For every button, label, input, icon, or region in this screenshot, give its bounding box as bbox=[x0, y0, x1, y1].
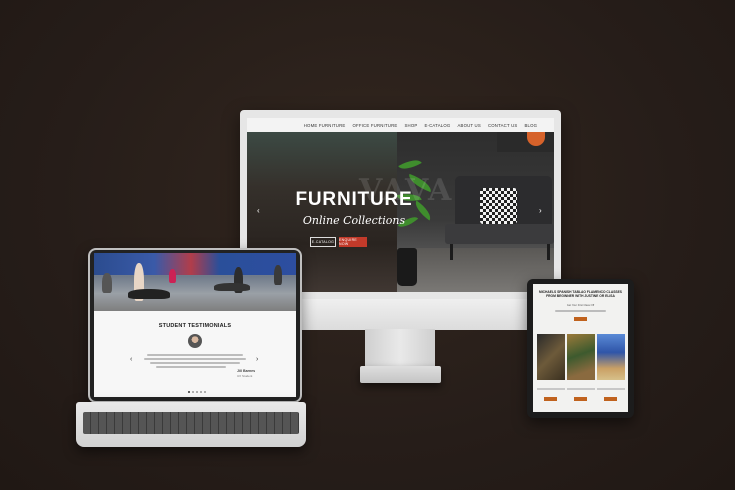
chevron-left-icon[interactable]: ‹ bbox=[257, 206, 260, 215]
wall-art bbox=[497, 132, 554, 152]
tablet-text bbox=[555, 310, 606, 312]
tablet-cta-button[interactable] bbox=[574, 317, 587, 321]
sofa-leg bbox=[450, 244, 453, 260]
checkered-pillow bbox=[480, 188, 517, 224]
hero-subtitle: Online Collections bbox=[302, 214, 406, 227]
student-figure bbox=[274, 265, 282, 285]
flamenco-photo bbox=[567, 334, 595, 380]
tablet-subheading: Get Your First Class Off bbox=[566, 304, 595, 307]
class-wall bbox=[94, 253, 296, 275]
student-figure bbox=[214, 283, 250, 291]
photo-caption bbox=[567, 388, 595, 390]
desktop-stand-base bbox=[360, 366, 441, 383]
laptop-keyboard bbox=[83, 412, 299, 434]
testimonial-text bbox=[147, 354, 243, 356]
nav-about-us[interactable]: ABOUT US bbox=[457, 123, 481, 128]
testimonial-author-role: UX Student bbox=[237, 374, 253, 378]
student-figure bbox=[169, 269, 176, 283]
hero-title: FURNITURE bbox=[295, 189, 413, 210]
e-catalog-button[interactable]: E-CATALOG bbox=[310, 237, 336, 247]
tablet-screen: MICHAELS SPANISH TABLAO FLAMENCO CLASSES… bbox=[533, 284, 628, 412]
site-nav: HOME FURNITURE OFFICE FURNITURE SHOP E-C… bbox=[247, 118, 554, 132]
avatar bbox=[188, 334, 202, 348]
student-figure bbox=[102, 273, 112, 293]
tablet-heading: MICHAELS SPANISH TABLAO FLAMENCO CLASSES… bbox=[538, 290, 623, 298]
tablet-card-button[interactable] bbox=[604, 397, 617, 401]
laptop-screen: STUDENT TESTIMONIALS Jill Barnes UX Stud… bbox=[94, 253, 296, 397]
nav-home-furniture[interactable]: HOME FURNITURE bbox=[304, 123, 346, 128]
testimonial-text bbox=[156, 366, 226, 368]
sofa-leg bbox=[547, 244, 550, 260]
testimonial-text bbox=[150, 362, 240, 364]
nav-contact-us[interactable]: CONTACT US bbox=[488, 123, 518, 128]
tablet-card-button[interactable] bbox=[574, 397, 587, 401]
sofa-seat bbox=[445, 224, 554, 244]
tablet-card-button[interactable] bbox=[544, 397, 557, 401]
photo-caption bbox=[537, 388, 565, 390]
nav-shop[interactable]: SHOP bbox=[404, 123, 417, 128]
flamenco-photo bbox=[537, 334, 565, 380]
nav-office-furniture[interactable]: OFFICE FURNITURE bbox=[352, 123, 397, 128]
class-photo bbox=[94, 253, 296, 311]
testimonial-author: Jill Barnes bbox=[237, 369, 256, 373]
testimonial-text bbox=[144, 358, 246, 360]
plant-pot bbox=[397, 248, 417, 286]
chevron-left-icon[interactable]: ‹ bbox=[130, 356, 132, 363]
enquire-now-button[interactable]: ENQUIRE NOW bbox=[339, 237, 367, 247]
chevron-right-icon[interactable]: › bbox=[256, 356, 258, 363]
nav-e-catalog[interactable]: E-CATALOG bbox=[424, 123, 450, 128]
photo-caption bbox=[597, 388, 625, 390]
testimonials-heading: STUDENT TESTIMONIALS bbox=[158, 323, 232, 329]
carousel-dots[interactable] bbox=[188, 391, 206, 393]
student-figure bbox=[128, 289, 170, 299]
nav-blog[interactable]: BLOG bbox=[524, 123, 537, 128]
flamenco-photo bbox=[597, 334, 625, 380]
chevron-right-icon[interactable]: › bbox=[539, 206, 542, 215]
desktop-stand bbox=[365, 329, 435, 367]
